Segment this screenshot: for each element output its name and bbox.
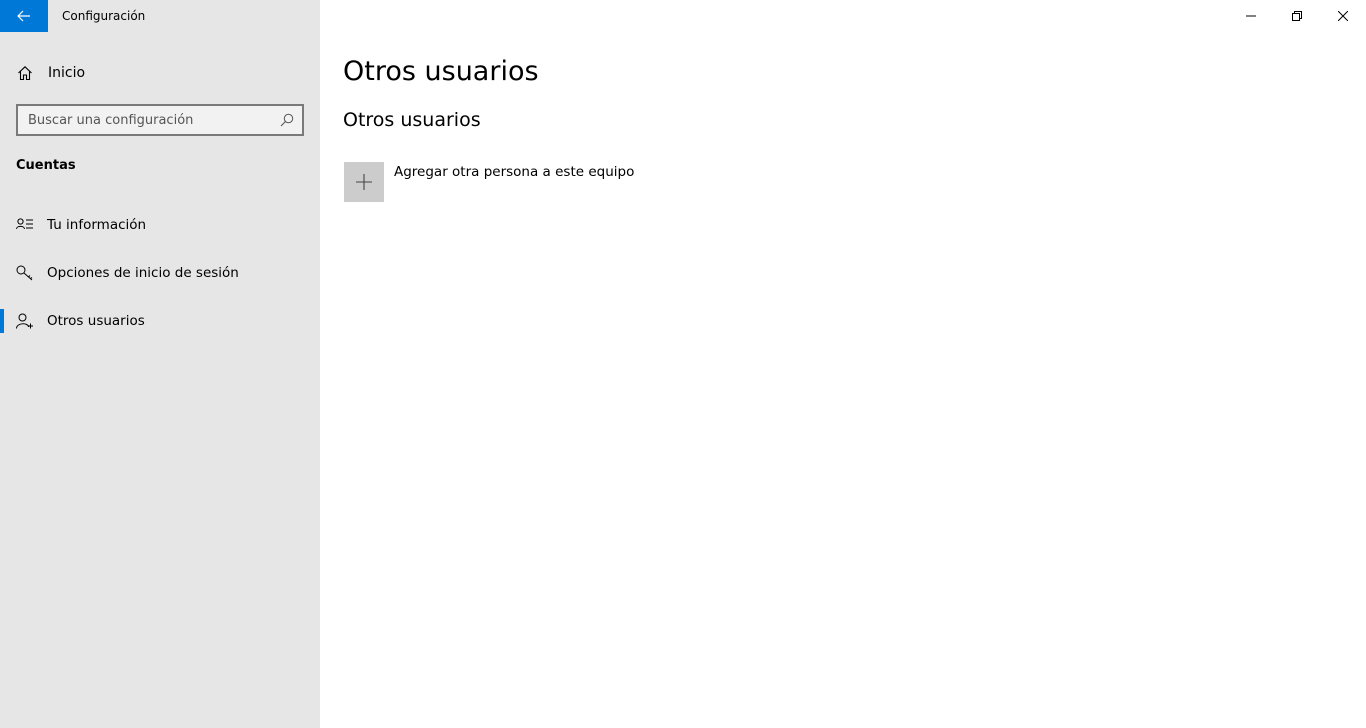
sidebar-item-other-users[interactable]: Otros usuarios bbox=[0, 301, 320, 341]
page-title: Otros usuarios bbox=[343, 56, 539, 87]
restore-button[interactable] bbox=[1274, 0, 1320, 32]
plus-icon bbox=[356, 174, 372, 190]
close-icon bbox=[1338, 11, 1348, 21]
sidebar-item-label: Otros usuarios bbox=[47, 313, 145, 329]
add-person-button[interactable]: Agregar otra persona a este equipo bbox=[343, 161, 643, 203]
close-button[interactable] bbox=[1320, 0, 1366, 32]
back-button[interactable] bbox=[0, 0, 48, 32]
search-box[interactable] bbox=[16, 104, 304, 136]
sidebar-item-sign-in-options[interactable]: Opciones de inicio de sesión bbox=[0, 253, 320, 293]
app-title: Configuración bbox=[62, 9, 146, 23]
key-icon bbox=[16, 265, 33, 281]
sidebar-item-your-info[interactable]: Tu información bbox=[0, 205, 320, 245]
back-arrow-icon bbox=[17, 10, 30, 22]
minimize-button[interactable] bbox=[1228, 0, 1274, 32]
section-header-accounts: Cuentas bbox=[16, 158, 76, 173]
restore-icon bbox=[1292, 11, 1302, 21]
add-user-icon bbox=[16, 313, 33, 329]
add-person-label: Agregar otra persona a este equipo bbox=[394, 164, 635, 180]
contact-card-icon bbox=[16, 218, 33, 230]
sidebar-item-label: Opciones de inicio de sesión bbox=[47, 265, 239, 281]
main-content: Otros usuarios Otros usuarios Agregar ot… bbox=[320, 0, 1366, 728]
minimize-icon bbox=[1246, 15, 1256, 17]
active-indicator bbox=[0, 309, 4, 333]
home-nav-item[interactable]: Inicio bbox=[0, 56, 320, 90]
add-person-tile bbox=[344, 162, 384, 202]
home-label: Inicio bbox=[48, 65, 86, 81]
window-controls bbox=[1228, 0, 1366, 32]
home-icon bbox=[18, 66, 32, 81]
search-icon[interactable] bbox=[280, 113, 294, 127]
section-title: Otros usuarios bbox=[343, 109, 481, 131]
sidebar: Configuración Inicio Cuentas Tu informac… bbox=[0, 0, 320, 728]
sidebar-item-label: Tu información bbox=[47, 217, 147, 233]
search-input[interactable] bbox=[18, 106, 268, 134]
settings-window: Configuración Inicio Cuentas Tu informac… bbox=[0, 0, 1366, 728]
